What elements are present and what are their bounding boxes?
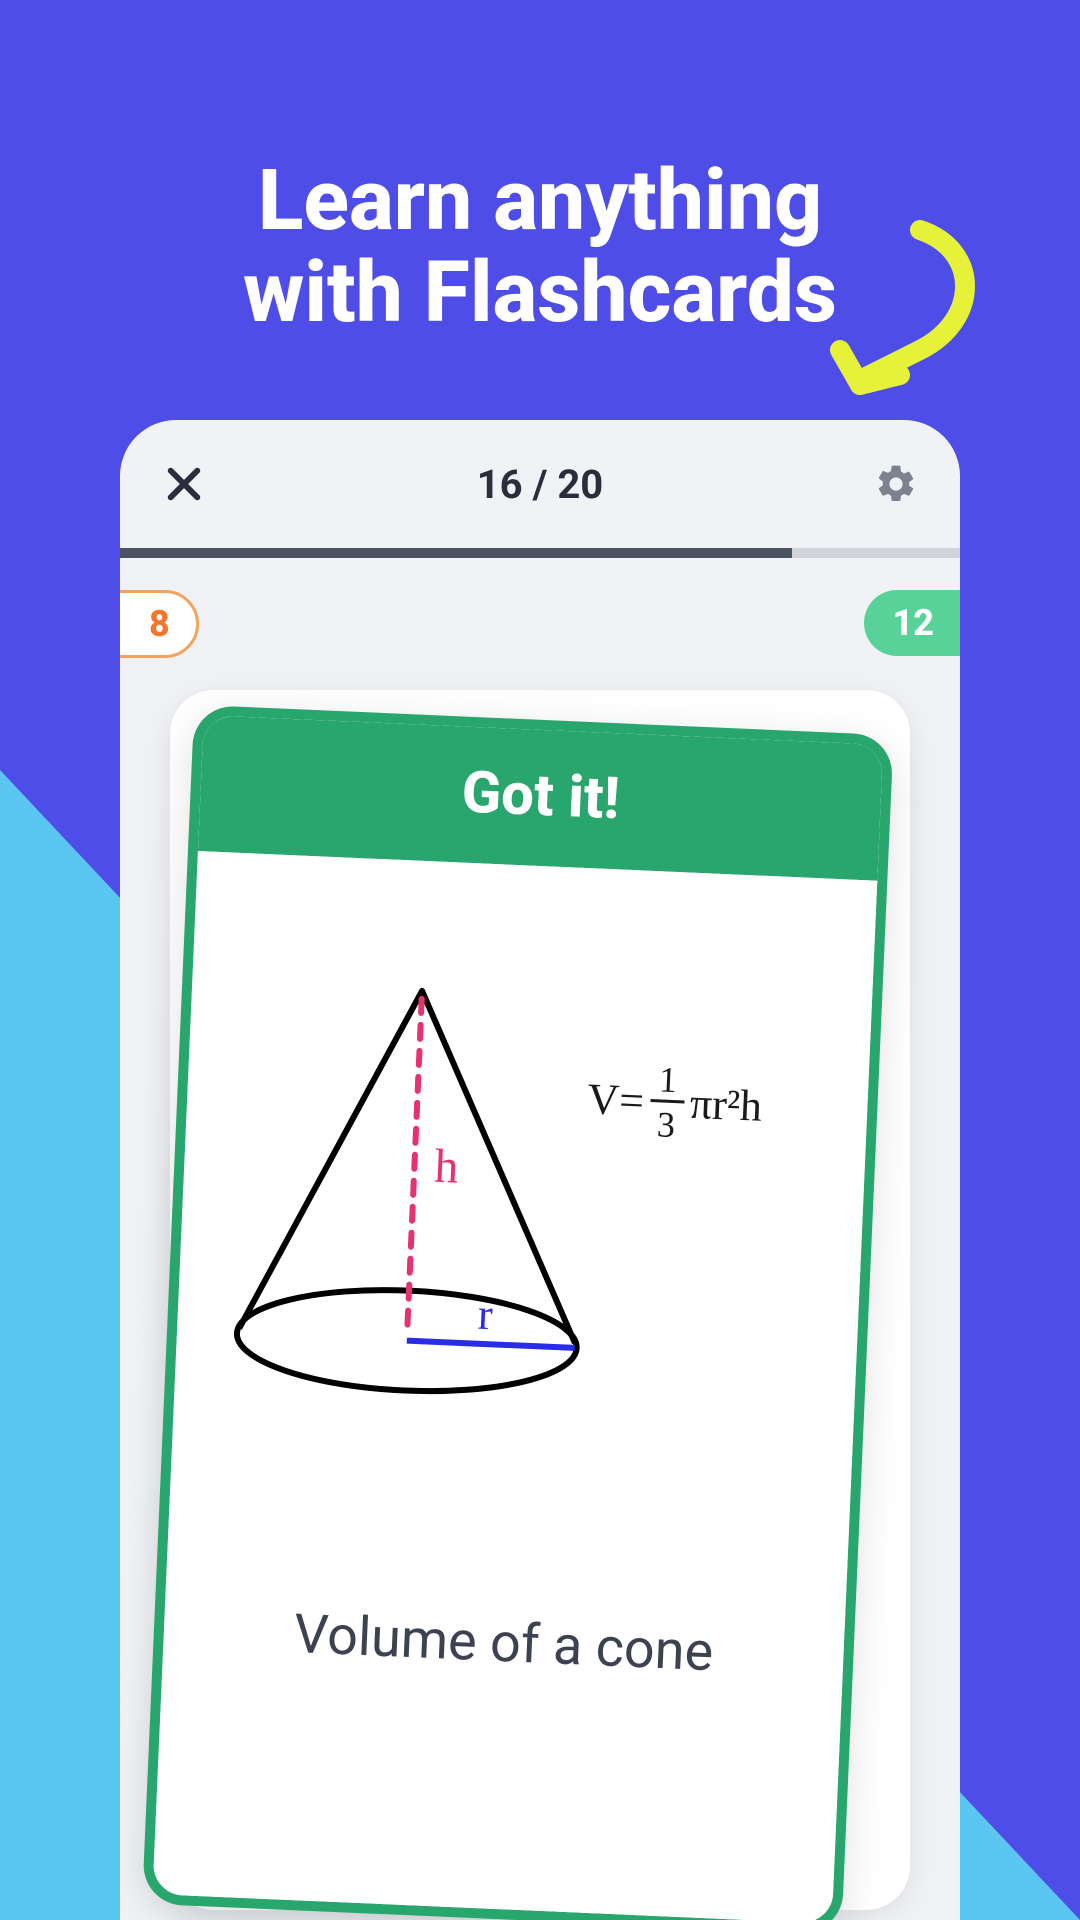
- formula-prefix: V=: [586, 1073, 645, 1126]
- arrow-icon: [790, 210, 990, 410]
- progress-bar: [120, 548, 960, 558]
- cone-diagram: h r: [224, 973, 602, 1408]
- flashcard-caption: Volume of a cone: [163, 1597, 845, 1690]
- score-row: 8 12: [120, 558, 960, 668]
- score-right-pill: 12: [864, 590, 960, 656]
- close-icon: [164, 464, 204, 504]
- formula: V= 1 3 πr²h: [586, 1058, 764, 1147]
- close-button[interactable]: [156, 456, 212, 512]
- progress-counter: 16 / 20: [477, 461, 604, 508]
- progress-fill: [120, 548, 792, 558]
- formula-denominator: 3: [656, 1102, 676, 1143]
- phone-frame: 16 / 20 8 12 Got it! h r V=: [120, 420, 960, 1920]
- topbar: 16 / 20: [120, 420, 960, 548]
- score-left-pill: 8: [120, 590, 199, 658]
- formula-numerator: 1: [650, 1061, 686, 1103]
- svg-text:h: h: [433, 1140, 459, 1194]
- svg-text:r: r: [477, 1290, 494, 1340]
- gear-icon: [874, 462, 918, 506]
- flashcard-body: h r V= 1 3 πr²h Volume of a cone: [152, 851, 877, 1920]
- formula-suffix: πr²h: [689, 1078, 763, 1132]
- flashcard[interactable]: Got it! h r V= 1 3 πr²h Volume of a cone: [142, 705, 894, 1920]
- formula-fraction: 1 3: [648, 1061, 686, 1143]
- settings-button[interactable]: [868, 456, 924, 512]
